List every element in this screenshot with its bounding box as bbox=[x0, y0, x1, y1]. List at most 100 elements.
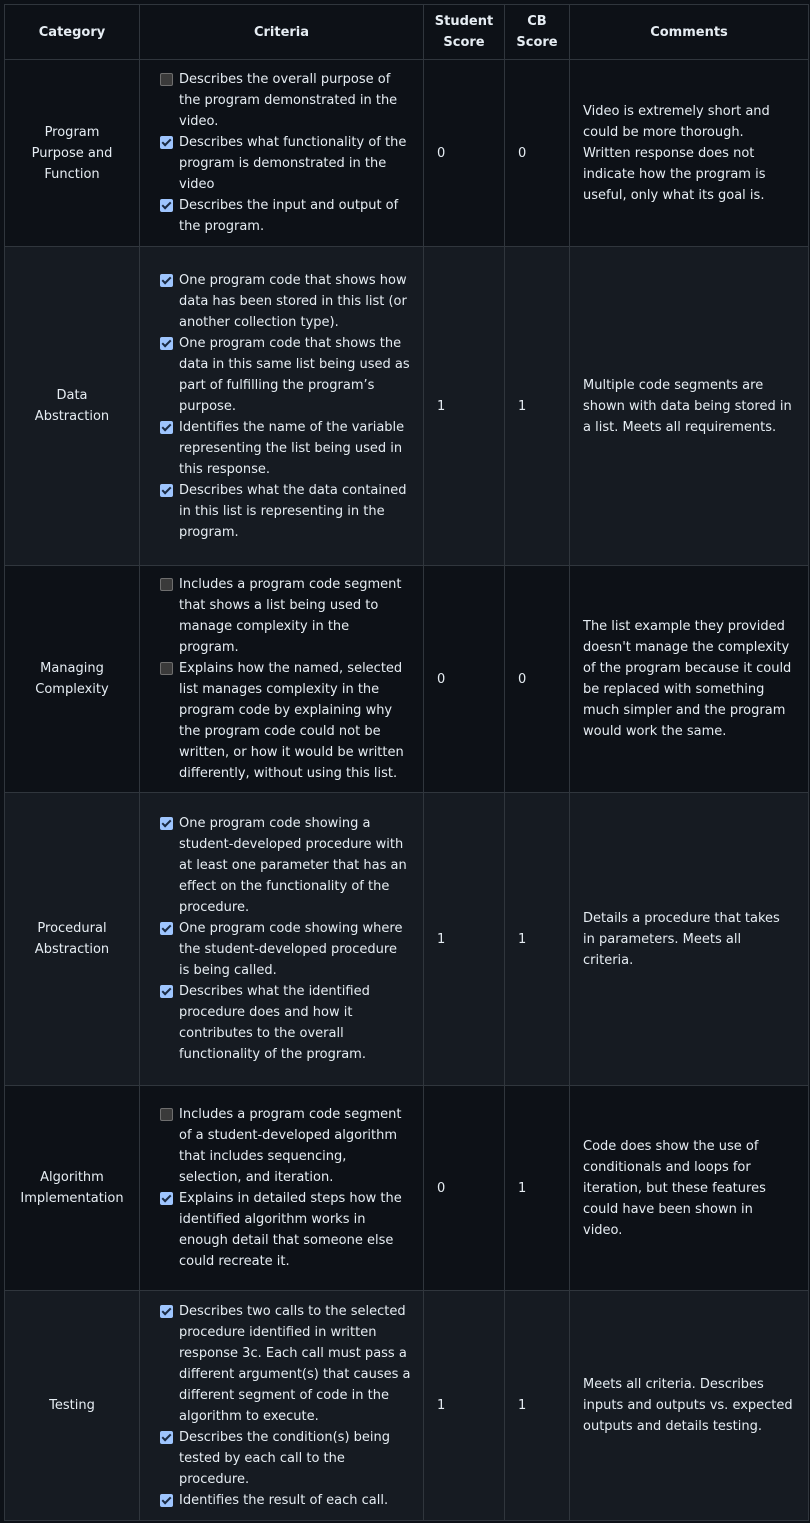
student-score-cell: 0 bbox=[423, 59, 505, 247]
criteria-text: Describes the condition(s) being tested … bbox=[179, 1429, 391, 1487]
cb-score-cell: 1 bbox=[504, 792, 570, 1086]
criteria-text: Identifies the name of the variable repr… bbox=[179, 419, 405, 477]
category-cell: Program Purpose and Function bbox=[4, 59, 140, 247]
criteria-item: Identifies the name of the variable repr… bbox=[160, 417, 411, 480]
criteria-item: One program code that shows how data has… bbox=[160, 270, 411, 333]
criteria-item: One program code that shows the data in … bbox=[160, 333, 411, 417]
header-comments: Comments bbox=[569, 4, 809, 60]
comments-cell: Multiple code segments are shown with da… bbox=[569, 246, 809, 566]
criteria-cell: Includes a program code segment of a stu… bbox=[139, 1085, 424, 1291]
criteria-list: One program code showing a student-devel… bbox=[160, 813, 411, 1065]
category-cell: Managing Complexity bbox=[4, 565, 140, 793]
criteria-text: One program code showing where the stude… bbox=[179, 921, 403, 978]
criteria-item: Identifies the result of each call. bbox=[160, 1490, 411, 1511]
comments-cell: Code does show the use of conditionals a… bbox=[569, 1085, 809, 1291]
table-row: Procedural Abstraction One program code s… bbox=[4, 792, 809, 1086]
checkbox-checked-icon[interactable] bbox=[160, 199, 173, 212]
cb-score-cell: 0 bbox=[504, 565, 570, 793]
checkbox-checked-icon[interactable] bbox=[160, 273, 173, 287]
cb-score-cell: 1 bbox=[504, 1085, 570, 1291]
criteria-item: Includes a program code segment of a stu… bbox=[160, 1104, 411, 1188]
student-score-cell: 0 bbox=[423, 1085, 505, 1291]
checkbox-checked-icon[interactable] bbox=[160, 985, 173, 998]
criteria-item: Describes what functionality of the prog… bbox=[160, 132, 411, 195]
criteria-list: Includes a program code segment that sho… bbox=[160, 574, 411, 784]
criteria-item: Describes the input and output of the pr… bbox=[160, 195, 411, 237]
criteria-list: Describes the overall purpose of the pro… bbox=[160, 69, 411, 237]
criteria-item: Describes the overall purpose of the pro… bbox=[160, 69, 411, 132]
header-cb-score: CB Score bbox=[504, 4, 570, 60]
checkbox-checked-icon[interactable] bbox=[160, 1430, 173, 1444]
table-row: Managing Complexity Includes a program co… bbox=[4, 565, 809, 793]
criteria-list: Includes a program code segment of a stu… bbox=[160, 1104, 411, 1272]
cb-score-cell: 0 bbox=[504, 59, 570, 247]
rubric-table: Category Criteria Student Score CB Score… bbox=[4, 4, 809, 1521]
criteria-item: Describes what the identified procedure … bbox=[160, 981, 411, 1065]
header-criteria: Criteria bbox=[139, 4, 424, 60]
student-score-cell: 1 bbox=[423, 792, 505, 1086]
criteria-item: Includes a program code segment that sho… bbox=[160, 574, 411, 658]
criteria-item: One program code showing where the stude… bbox=[160, 918, 411, 981]
table-row: Program Purpose and Function Describes th… bbox=[4, 59, 809, 247]
checkbox-unchecked-icon[interactable] bbox=[160, 578, 173, 591]
criteria-text: Identifies the result of each call. bbox=[179, 1492, 389, 1508]
category-cell: Data Abstraction bbox=[4, 246, 140, 566]
checkbox-checked-icon[interactable] bbox=[160, 1304, 173, 1318]
criteria-text: Describes what the data contained in thi… bbox=[179, 482, 407, 540]
category-cell: Algorithm Implementation bbox=[4, 1085, 140, 1291]
checkbox-unchecked-icon[interactable] bbox=[160, 1108, 173, 1121]
criteria-item: Explains in detailed steps how the ident… bbox=[160, 1188, 411, 1272]
checkbox-checked-icon[interactable] bbox=[160, 1192, 173, 1205]
category-cell: Procedural Abstraction bbox=[4, 792, 140, 1086]
criteria-item: Describes two calls to the selected proc… bbox=[160, 1301, 411, 1427]
criteria-cell: One program code showing a student-devel… bbox=[139, 792, 424, 1086]
criteria-text: One program code that shows how data has… bbox=[179, 272, 407, 330]
criteria-item: One program code showing a student-devel… bbox=[160, 813, 411, 918]
table-row: Data Abstraction One program code that sh… bbox=[4, 246, 809, 566]
criteria-cell: Includes a program code segment that sho… bbox=[139, 565, 424, 793]
criteria-text: Explains how the named, selected list ma… bbox=[179, 661, 404, 781]
header-category: Category bbox=[4, 4, 140, 60]
header-student-score: Student Score bbox=[423, 4, 505, 60]
criteria-text: Describes what the identified procedure … bbox=[179, 984, 370, 1062]
checkbox-checked-icon[interactable] bbox=[160, 336, 173, 350]
criteria-text: Describes two calls to the selected proc… bbox=[179, 1303, 411, 1424]
criteria-text: Includes a program code segment of a stu… bbox=[179, 1107, 402, 1185]
comments-cell: Details a procedure that takes in parame… bbox=[569, 792, 809, 1086]
table-row: Testing Describes two calls to the select… bbox=[4, 1290, 809, 1521]
criteria-text: Describes the input and output of the pr… bbox=[179, 198, 399, 234]
criteria-cell: One program code that shows how data has… bbox=[139, 246, 424, 566]
criteria-text: One program code that shows the data in … bbox=[179, 335, 410, 414]
checkbox-checked-icon[interactable] bbox=[160, 483, 173, 497]
checkbox-unchecked-icon[interactable] bbox=[160, 73, 173, 86]
header-row: Category Criteria Student Score CB Score… bbox=[4, 4, 809, 60]
category-cell: Testing bbox=[4, 1290, 140, 1521]
cb-score-cell: 1 bbox=[504, 246, 570, 566]
comments-cell: Video is extremely short and could be mo… bbox=[569, 59, 809, 247]
checkbox-checked-icon[interactable] bbox=[160, 1493, 173, 1507]
table-row: Algorithm Implementation Includes a progr… bbox=[4, 1085, 809, 1291]
criteria-cell: Describes the overall purpose of the pro… bbox=[139, 59, 424, 247]
criteria-cell: Describes two calls to the selected proc… bbox=[139, 1290, 424, 1521]
comments-cell: The list example they provided doesn't m… bbox=[569, 565, 809, 793]
criteria-text: Includes a program code segment that sho… bbox=[179, 577, 402, 655]
criteria-text: Describes the overall purpose of the pro… bbox=[179, 72, 398, 129]
criteria-text: One program code showing a student-devel… bbox=[179, 816, 407, 915]
criteria-list: One program code that shows how data has… bbox=[160, 270, 411, 543]
student-score-cell: 0 bbox=[423, 565, 505, 793]
criteria-item: Explains how the named, selected list ma… bbox=[160, 658, 411, 784]
comments-cell: Meets all criteria. Describes inputs and… bbox=[569, 1290, 809, 1521]
cb-score-cell: 1 bbox=[504, 1290, 570, 1521]
criteria-text: Explains in detailed steps how the ident… bbox=[179, 1191, 402, 1269]
checkbox-checked-icon[interactable] bbox=[160, 136, 173, 149]
checkbox-checked-icon[interactable] bbox=[160, 420, 173, 434]
checkbox-unchecked-icon[interactable] bbox=[160, 662, 173, 675]
criteria-item: Describes what the data contained in thi… bbox=[160, 480, 411, 543]
student-score-cell: 1 bbox=[423, 1290, 505, 1521]
criteria-list: Describes two calls to the selected proc… bbox=[160, 1301, 411, 1511]
checkbox-checked-icon[interactable] bbox=[160, 922, 173, 935]
student-score-cell: 1 bbox=[423, 246, 505, 566]
criteria-item: Describes the condition(s) being tested … bbox=[160, 1427, 411, 1490]
criteria-text: Describes what functionality of the prog… bbox=[179, 135, 407, 192]
checkbox-checked-icon[interactable] bbox=[160, 817, 173, 830]
